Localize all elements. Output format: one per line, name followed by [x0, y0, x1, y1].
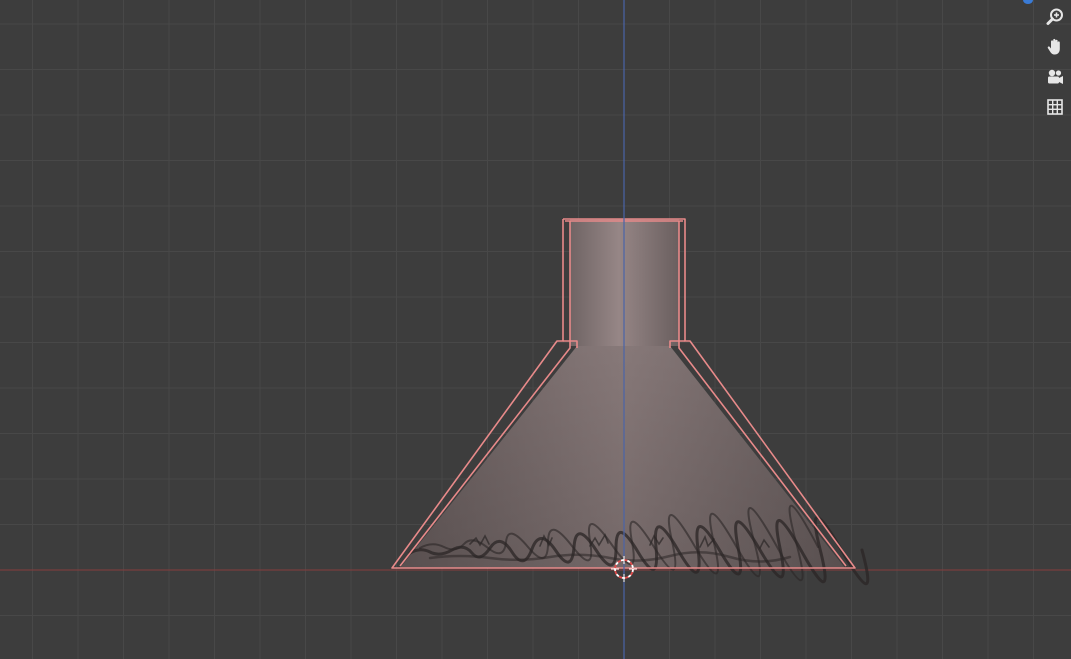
zoom-icon: [1046, 8, 1063, 25]
grid-ortho-icon: [1047, 99, 1063, 115]
viewport-scene[interactable]: [0, 0, 1071, 659]
funnel-object[interactable]: [391, 218, 870, 586]
camera-view-button[interactable]: [1042, 64, 1068, 90]
zoom-button[interactable]: [1042, 4, 1068, 30]
3d-viewport[interactable]: [0, 0, 1071, 659]
camera-view-icon: [1048, 69, 1063, 84]
ortho-grid-button[interactable]: [1042, 94, 1068, 120]
hand-pan-icon: [1047, 38, 1060, 55]
navigation-gizmo-bar: [1042, 4, 1068, 124]
pan-button[interactable]: [1042, 34, 1068, 60]
